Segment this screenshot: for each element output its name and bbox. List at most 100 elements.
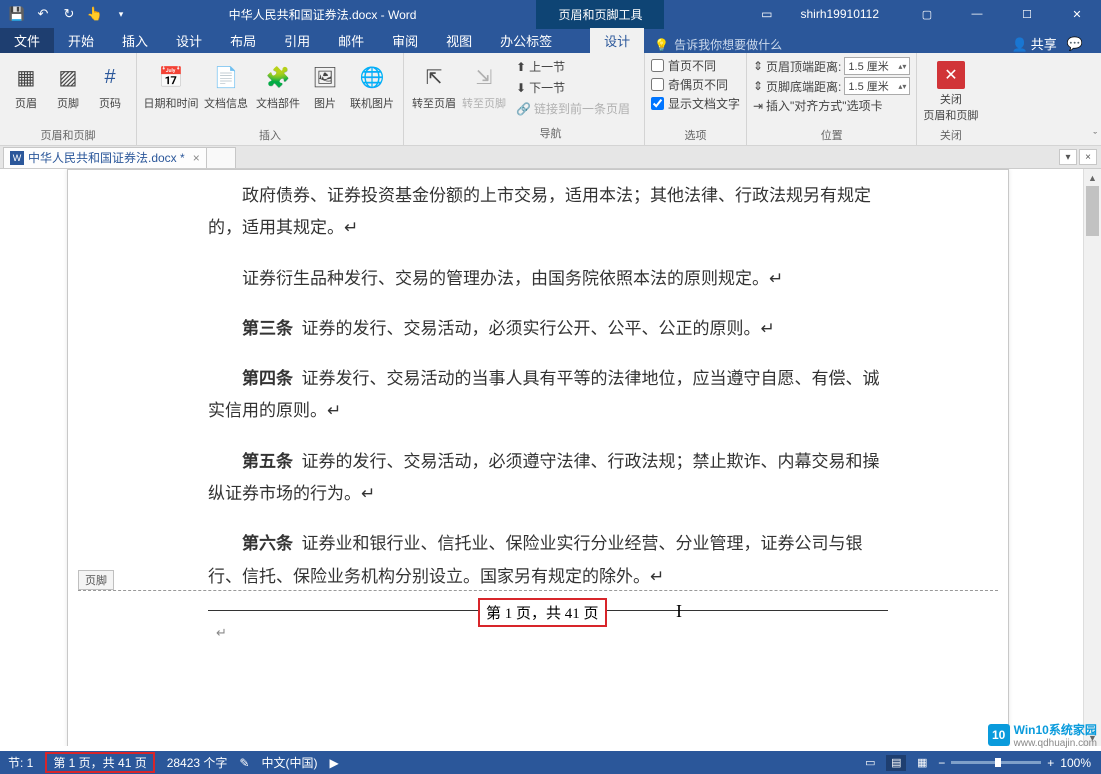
tab-view[interactable]: 视图 — [432, 28, 486, 53]
group-label-nav: 导航 — [540, 125, 562, 141]
footer-page-field[interactable]: 第 1 页，共 41 页 — [478, 598, 607, 627]
text-cursor-icon: I — [676, 601, 682, 622]
collapse-ribbon-button[interactable]: ˇ — [1093, 131, 1097, 143]
maximize-button[interactable]: ☐ — [1007, 0, 1047, 28]
tab-list-button[interactable]: ▾ — [1059, 149, 1077, 165]
tell-me-box[interactable]: 💡 告诉我你想要做什么 — [654, 36, 782, 53]
picture-icon: 🖼 — [309, 61, 341, 93]
docparts-button[interactable]: 🧩文档部件 — [253, 59, 303, 111]
status-bar: 节: 1 第 1 页，共 41 页 28423 个字 ✎ 中文(中国) ▶ ▭ … — [0, 751, 1101, 774]
tab-references[interactable]: 引用 — [270, 28, 324, 53]
group-header-footer: ▦页眉 ▨页脚 #页码 页眉和页脚 — [0, 53, 137, 145]
link-prev-button[interactable]: 🔗链接到前一条页眉 — [514, 99, 632, 118]
language-indicator[interactable]: 中文(中国) — [261, 754, 317, 771]
watermark: 10 Win10系统家园 www.qdhuajin.com — [988, 721, 1097, 749]
goto-header-icon: ⇱ — [418, 61, 450, 93]
minimize-button[interactable]: — — [957, 0, 997, 28]
goto-footer-button[interactable]: ⇲转至页脚 — [460, 59, 508, 111]
qat-customize[interactable]: ▾ — [110, 3, 132, 25]
header-top-input[interactable]: 1.5 厘米▴▾ — [844, 57, 910, 75]
zoom-out-button[interactable]: − — [938, 756, 945, 770]
close-hf-button[interactable]: ✕ 关闭 页眉和页脚 — [923, 55, 978, 123]
document-tabs-bar: W 中华人民共和国证券法.docx * × ▾ × — [0, 146, 1101, 169]
datetime-button[interactable]: 📅日期和时间 — [143, 59, 199, 111]
group-label-position: 位置 — [821, 127, 843, 143]
close-tab-icon[interactable]: × — [193, 151, 200, 165]
tab-review[interactable]: 审阅 — [378, 28, 432, 53]
tab-file[interactable]: 文件 — [0, 28, 54, 53]
print-layout-button[interactable]: ▤ — [886, 755, 906, 771]
word-doc-icon: W — [10, 151, 24, 165]
page-indicator[interactable]: 第 1 页，共 41 页 — [45, 752, 154, 773]
paragraph: 证券衍生品种发行、交易的管理办法，由国务院依照本法的原则规定。↵ — [208, 263, 888, 295]
title-bar: 💾 ↶ ↻ 👆 ▾ 中华人民共和国证券法.docx - Word 页眉和页脚工具… — [0, 0, 1101, 28]
document-tab[interactable]: W 中华人民共和国证券法.docx * × — [3, 147, 207, 168]
paragraph: 第三条 证券的发行、交易活动，必须实行公开、公平、公正的原则。↵ — [208, 313, 888, 345]
proofing-icon[interactable]: ✎ — [239, 756, 249, 770]
tab-layout[interactable]: 布局 — [216, 28, 270, 53]
save-button[interactable]: 💾 — [6, 3, 28, 25]
prev-section-button[interactable]: ⬆上一节 — [514, 57, 632, 76]
close-all-button[interactable]: × — [1079, 149, 1097, 165]
ribbon-display-icon[interactable]: ▭ — [761, 7, 772, 21]
share-button[interactable]: 👤共享 — [1012, 34, 1057, 53]
next-section-button[interactable]: ⬇下一节 — [514, 78, 632, 97]
redo-button[interactable]: ↻ — [58, 3, 80, 25]
document-body: 政府债券、证券投资基金份额的上市交易，适用本法；其他法律、行政法规另有规定的，适… — [68, 170, 1008, 621]
docinfo-button[interactable]: 📄文档信息 — [201, 59, 251, 111]
web-layout-button[interactable]: ▦ — [912, 755, 932, 771]
document-page[interactable]: 政府债券、证券投资基金份额的上市交易，适用本法；其他法律、行政法规另有规定的，适… — [67, 169, 1009, 746]
touch-mode-button[interactable]: 👆 — [84, 3, 106, 25]
lightbulb-icon: 💡 — [654, 38, 669, 52]
align-icon: ⇥ — [753, 99, 763, 113]
footer-bottom-row: ⇕页脚底端距离:1.5 厘米▴▾ — [753, 77, 910, 95]
picture-button[interactable]: 🖼图片 — [305, 59, 345, 111]
zoom-level[interactable]: 100% — [1060, 756, 1091, 770]
tab-design[interactable]: 设计 — [162, 28, 216, 53]
document-tab-label: 中华人民共和国证券法.docx * — [28, 149, 185, 166]
section-indicator[interactable]: 节: 1 — [8, 754, 33, 771]
tab-mailings[interactable]: 邮件 — [324, 28, 378, 53]
ribbon: ▦页眉 ▨页脚 #页码 页眉和页脚 📅日期和时间 📄文档信息 🧩文档部件 🖼图片… — [0, 53, 1101, 146]
word-count[interactable]: 28423 个字 — [167, 754, 228, 771]
read-mode-button[interactable]: ▭ — [860, 755, 880, 771]
goto-header-button[interactable]: ⇱转至页眉 — [410, 59, 458, 111]
user-name[interactable]: shirh19910112 — [800, 7, 879, 21]
group-insert: 📅日期和时间 📄文档信息 🧩文档部件 🖼图片 🌐联机图片 插入 — [137, 53, 404, 145]
vertical-scrollbar[interactable]: ▲ ▼ — [1083, 169, 1101, 746]
online-picture-button[interactable]: 🌐联机图片 — [347, 59, 397, 111]
header-button[interactable]: ▦页眉 — [6, 59, 46, 111]
watermark-title: Win10系统家园 — [1014, 721, 1097, 738]
macro-icon[interactable]: ▶ — [329, 756, 338, 770]
comments-icon[interactable]: 💬 — [1067, 36, 1083, 52]
paragraph: 第四条 证券发行、交易活动的当事人具有平等的法律地位，应当遵守自愿、有偿、诚实信… — [208, 363, 888, 428]
show-doc-checkbox[interactable]: 显示文档文字 — [651, 95, 740, 112]
diff-oddeven-checkbox[interactable]: 奇偶页不同 — [651, 76, 740, 93]
group-label-hf: 页眉和页脚 — [41, 127, 96, 143]
close-window-button[interactable]: ✕ — [1057, 0, 1097, 28]
tab-hf-design[interactable]: 设计 — [590, 28, 644, 53]
ribbon-tabs: 文件 开始 插入 设计 布局 引用 邮件 审阅 视图 办公标签 设计 💡 告诉我… — [0, 28, 1101, 53]
new-tab-button[interactable] — [206, 147, 236, 168]
page-number-button[interactable]: #页码 — [90, 59, 130, 111]
zoom-thumb[interactable] — [995, 758, 1001, 767]
goto-footer-icon: ⇲ — [468, 61, 500, 93]
ribbon-options-button[interactable]: ▢ — [907, 0, 947, 28]
tab-insert[interactable]: 插入 — [108, 28, 162, 53]
undo-button[interactable]: ↶ — [32, 3, 54, 25]
quick-access-toolbar: 💾 ↶ ↻ 👆 ▾ — [0, 3, 132, 25]
group-navigation: ⇱转至页眉 ⇲转至页脚 ⬆上一节 ⬇下一节 🔗链接到前一条页眉 导航 — [404, 53, 645, 145]
docparts-icon: 🧩 — [262, 61, 294, 93]
scroll-up-button[interactable]: ▲ — [1084, 169, 1101, 186]
scroll-thumb[interactable] — [1086, 186, 1099, 236]
tab-home[interactable]: 开始 — [54, 28, 108, 53]
zoom-in-button[interactable]: + — [1047, 756, 1054, 770]
zoom-slider[interactable] — [951, 761, 1041, 764]
insert-align-button[interactable]: ⇥插入"对齐方式"选项卡 — [753, 97, 910, 114]
watermark-url: www.qdhuajin.com — [1014, 738, 1097, 749]
tab-office[interactable]: 办公标签 — [486, 28, 566, 53]
footer-button[interactable]: ▨页脚 — [48, 59, 88, 111]
diff-first-checkbox[interactable]: 首页不同 — [651, 57, 740, 74]
footer-tag: 页脚 — [78, 570, 114, 590]
footer-bottom-input[interactable]: 1.5 厘米▴▾ — [844, 77, 910, 95]
